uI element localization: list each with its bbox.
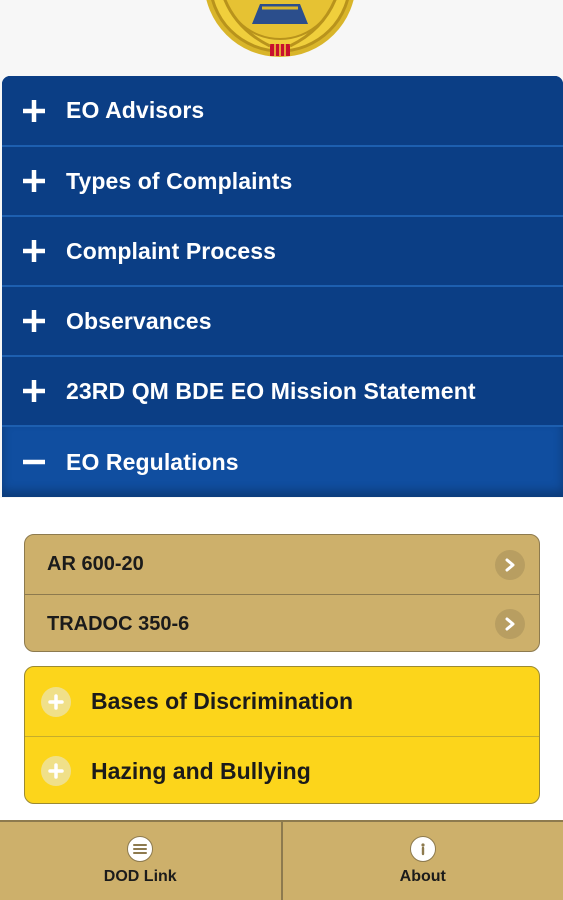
plus-icon [20, 167, 48, 195]
info-icon [409, 836, 436, 862]
header-emblem-area [0, 0, 563, 76]
plus-circle-icon [41, 756, 71, 786]
chevron-right-icon [495, 549, 525, 580]
accordion-item-complaint-process[interactable]: Complaint Process [2, 217, 563, 287]
eo-regulations-panel: AR 600-20 TRADOC 350-6 Bases of Discrimi… [0, 498, 563, 820]
accordion-item-label: EO Advisors [66, 97, 205, 123]
menu-icon [127, 836, 154, 862]
regulation-link-label: AR 600-20 [47, 553, 144, 575]
bottom-navigation: DOD Link About [0, 820, 563, 900]
accordion-item-types-of-complaints[interactable]: Types of Complaints [2, 147, 563, 217]
sub-accordion-label: Hazing and Bullying [91, 757, 311, 784]
plus-icon [20, 237, 48, 265]
chevron-right-icon [495, 609, 525, 639]
accordion-item-label: EO Regulations [66, 448, 239, 475]
regulation-link-tradoc-350-6[interactable]: TRADOC 350-6 [25, 594, 539, 651]
accordion-item-observances[interactable]: Observances [2, 287, 563, 357]
regulation-sub-accordion: Bases of Discrimination Hazing and Bully… [24, 666, 540, 804]
accordion-item-eo-regulations[interactable]: EO Regulations [2, 427, 563, 497]
regulation-link-label: TRADOC 350-6 [47, 612, 190, 635]
main-accordion: EO Advisors Types of Complaints Complain… [2, 76, 563, 497]
plus-circle-icon [41, 686, 71, 717]
accordion-item-eo-advisors[interactable]: EO Advisors [2, 76, 563, 147]
accordion-item-label: Complaint Process [66, 237, 277, 264]
accordion-item-label: Observances [66, 307, 212, 334]
plus-icon [20, 307, 48, 335]
nav-button-label: DOD Link [103, 868, 177, 885]
plus-icon [20, 97, 48, 125]
minus-icon [20, 448, 48, 476]
regulation-link-ar-600-20[interactable]: AR 600-20 [25, 535, 539, 594]
nav-button-dod-link[interactable]: DOD Link [0, 822, 281, 900]
plus-icon [20, 377, 48, 405]
sub-accordion-label: Bases of Discrimination [91, 688, 354, 714]
nav-button-label: About [399, 868, 446, 885]
accordion-item-mission-statement[interactable]: 23RD QM BDE EO Mission Statement [2, 357, 563, 427]
sub-accordion-hazing-and-bullying[interactable]: Hazing and Bullying [25, 736, 539, 803]
sub-accordion-bases-of-discrimination[interactable]: Bases of Discrimination [25, 667, 539, 736]
accordion-item-label: 23RD QM BDE EO Mission Statement [66, 377, 476, 404]
accordion-item-label: Types of Complaints [66, 167, 293, 194]
nav-button-about[interactable]: About [280, 822, 563, 900]
unit-emblem-logo [206, 0, 354, 57]
regulation-link-list: AR 600-20 TRADOC 350-6 [24, 534, 540, 652]
